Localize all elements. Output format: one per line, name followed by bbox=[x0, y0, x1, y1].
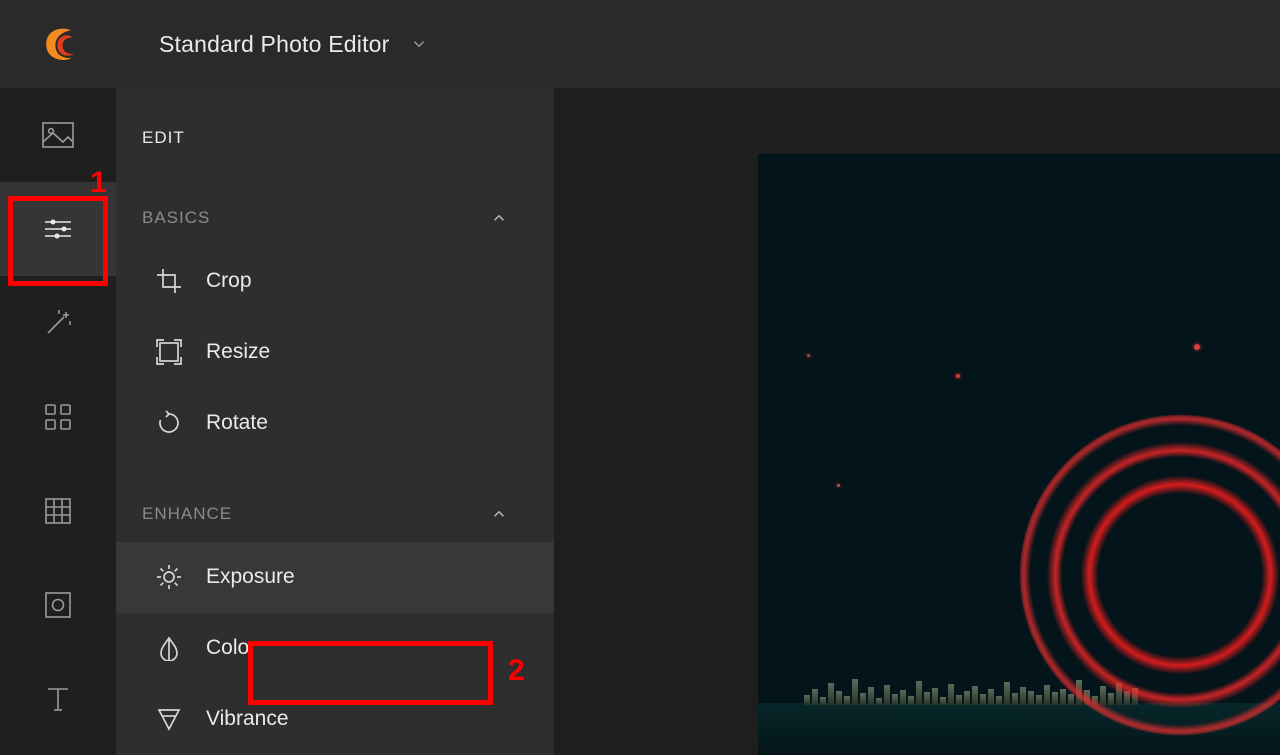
canvas-area bbox=[554, 88, 1280, 755]
resize-icon bbox=[156, 339, 206, 365]
vibrance-item[interactable]: Vibrance bbox=[116, 684, 554, 755]
app-header: Standard Photo Editor bbox=[0, 0, 1280, 88]
crop-icon bbox=[156, 268, 206, 294]
app-logo-icon bbox=[38, 24, 79, 65]
annotation-number-2: 2 bbox=[508, 654, 525, 688]
resize-item[interactable]: Resize bbox=[116, 316, 554, 387]
exposure-item[interactable]: Exposure bbox=[116, 542, 554, 613]
crop-item[interactable]: Crop bbox=[116, 245, 554, 316]
item-label: Color bbox=[206, 636, 256, 660]
section-label: BASICS bbox=[142, 208, 210, 228]
chevron-up-icon bbox=[490, 209, 508, 227]
edited-image[interactable] bbox=[758, 154, 1280, 755]
app-title: Standard Photo Editor bbox=[159, 31, 390, 58]
magic-wand-tool[interactable] bbox=[0, 276, 116, 370]
rotate-item[interactable]: Rotate bbox=[116, 387, 554, 458]
item-label: Exposure bbox=[206, 565, 295, 589]
edit-panel: EDIT BASICS Crop Resize Rotate ENHANCE E… bbox=[116, 88, 554, 755]
item-label: Vibrance bbox=[206, 707, 289, 731]
exposure-icon bbox=[156, 564, 206, 590]
chevron-up-icon bbox=[490, 505, 508, 523]
annotation-number-1: 1 bbox=[90, 166, 107, 200]
text-tool[interactable] bbox=[0, 652, 116, 746]
vibrance-icon bbox=[156, 706, 206, 732]
section-basics-header[interactable]: BASICS bbox=[116, 190, 554, 245]
color-icon bbox=[156, 635, 206, 661]
camera-tool[interactable] bbox=[0, 558, 116, 652]
item-label: Resize bbox=[206, 340, 270, 364]
section-enhance-header[interactable]: ENHANCE bbox=[116, 487, 554, 542]
matrix-tool[interactable] bbox=[0, 464, 116, 558]
grid-tool[interactable] bbox=[0, 370, 116, 464]
section-label: ENHANCE bbox=[142, 504, 232, 524]
rotate-icon bbox=[156, 410, 206, 436]
chevron-down-icon bbox=[410, 35, 428, 53]
item-label: Rotate bbox=[206, 411, 268, 435]
panel-title: EDIT bbox=[116, 96, 554, 156]
color-item[interactable]: Color bbox=[116, 613, 554, 684]
app-title-dropdown[interactable]: Standard Photo Editor bbox=[159, 31, 428, 58]
item-label: Crop bbox=[206, 269, 252, 293]
